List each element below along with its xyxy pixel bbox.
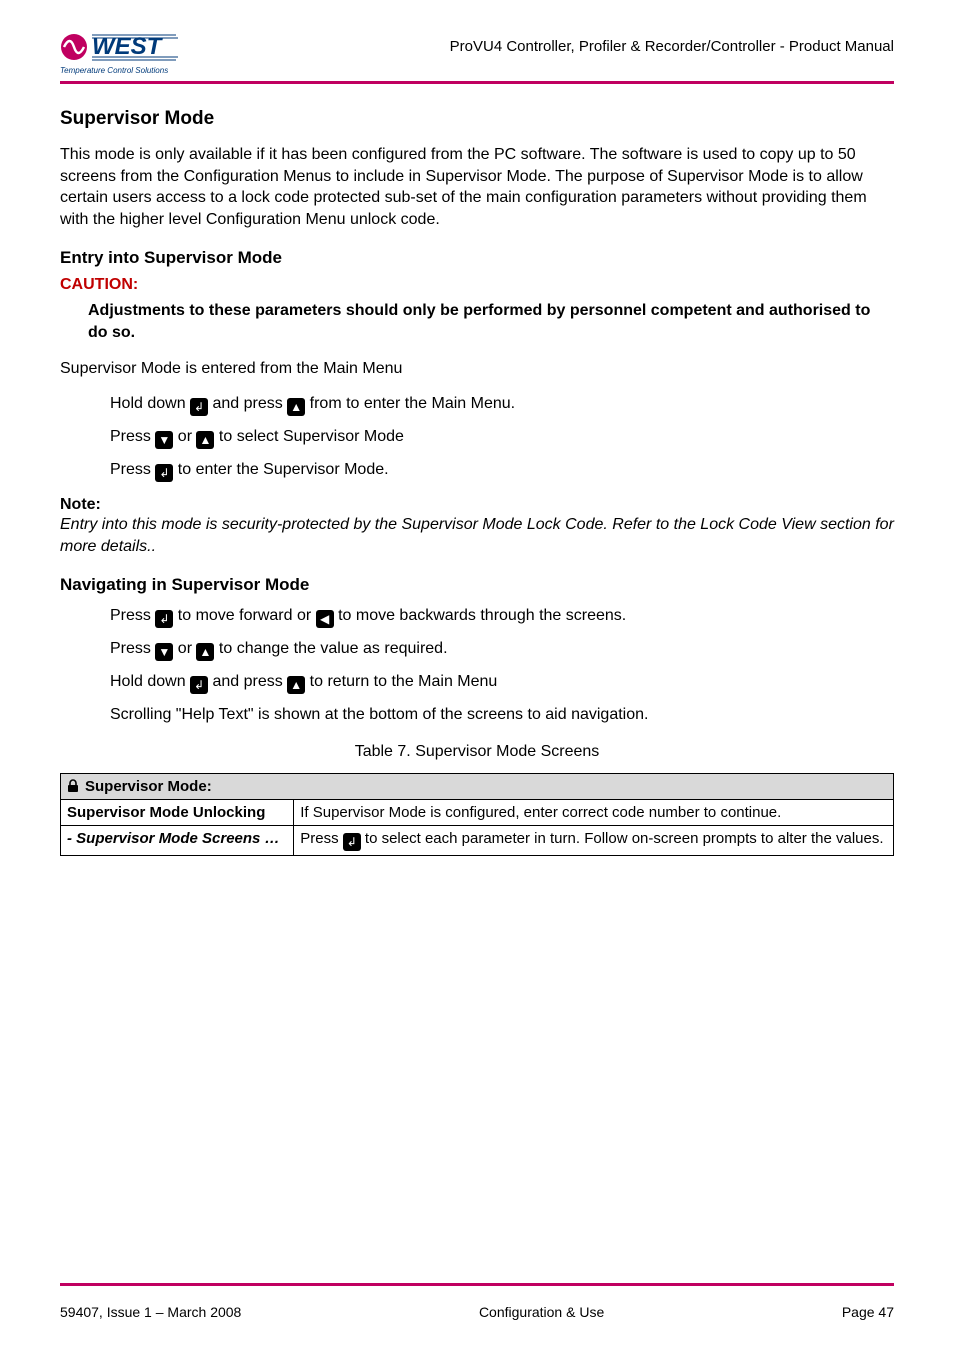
footer-divider bbox=[60, 1283, 894, 1286]
entry-steps: Hold down ↲ and press ▲ from to enter th… bbox=[110, 393, 894, 482]
svg-text:WEST: WEST bbox=[92, 33, 164, 60]
left-icon: ◀ bbox=[316, 610, 334, 628]
table-row-label: - Supervisor Mode Screens … bbox=[61, 825, 294, 855]
entry-heading: Entry into Supervisor Mode bbox=[60, 248, 894, 268]
table-caption: Table 7. Supervisor Mode Screens bbox=[60, 743, 894, 761]
enter-icon: ↲ bbox=[343, 833, 361, 851]
enter-icon: ↲ bbox=[155, 464, 173, 482]
footer-left: 59407, Issue 1 – March 2008 bbox=[60, 1304, 241, 1320]
up-icon: ▲ bbox=[287, 676, 305, 694]
nav-step-3: Hold down ↲ and press ▲ to return to the… bbox=[110, 671, 894, 694]
logo: WEST Temperature Control Solutions bbox=[60, 30, 180, 75]
down-icon: ▼ bbox=[155, 643, 173, 661]
intro-paragraph: This mode is only available if it has be… bbox=[60, 144, 894, 230]
up-icon: ▲ bbox=[196, 431, 214, 449]
note-body: Entry into this mode is security-protect… bbox=[60, 514, 894, 557]
caution-label: CAUTION: bbox=[60, 276, 894, 294]
lock-icon bbox=[67, 779, 79, 793]
navigating-heading: Navigating in Supervisor Mode bbox=[60, 575, 894, 595]
up-icon: ▲ bbox=[287, 398, 305, 416]
up-icon: ▲ bbox=[196, 643, 214, 661]
west-logo-icon: WEST bbox=[60, 30, 180, 64]
page-header: WEST Temperature Control Solutions ProVU… bbox=[60, 30, 894, 75]
caution-body: Adjustments to these parameters should o… bbox=[88, 300, 894, 343]
navigating-steps: Press ↲ to move forward or ◀ to move bac… bbox=[110, 605, 894, 726]
nav-step-1: Press ↲ to move forward or ◀ to move bac… bbox=[110, 605, 894, 628]
note-label: Note: bbox=[60, 496, 894, 514]
entry-step-2: Press ▼ or ▲ to select Supervisor Mode bbox=[110, 426, 894, 449]
table-row: Supervisor Mode Unlocking If Supervisor … bbox=[61, 799, 894, 825]
document-title: ProVU4 Controller, Profiler & Recorder/C… bbox=[450, 30, 894, 55]
enter-icon: ↲ bbox=[155, 610, 173, 628]
entry-step-1: Hold down ↲ and press ▲ from to enter th… bbox=[110, 393, 894, 416]
enter-icon: ↲ bbox=[190, 676, 208, 694]
enter-icon: ↲ bbox=[190, 398, 208, 416]
entry-intro-line: Supervisor Mode is entered from the Main… bbox=[60, 358, 894, 380]
table-row-desc: Press ↲ to select each parameter in turn… bbox=[294, 825, 894, 855]
page-footer: 59407, Issue 1 – March 2008 Configuratio… bbox=[60, 1283, 894, 1320]
table-row: - Supervisor Mode Screens … Press ↲ to s… bbox=[61, 825, 894, 855]
table-row-desc: If Supervisor Mode is configured, enter … bbox=[294, 799, 894, 825]
table-row-label: Supervisor Mode Unlocking bbox=[61, 799, 294, 825]
supervisor-mode-table: Supervisor Mode: Supervisor Mode Unlocki… bbox=[60, 773, 894, 856]
section-title: Supervisor Mode bbox=[60, 108, 894, 130]
footer-right: Page 47 bbox=[842, 1304, 894, 1320]
footer-center: Configuration & Use bbox=[479, 1304, 604, 1320]
nav-step-4: Scrolling "Help Text" is shown at the bo… bbox=[110, 704, 894, 726]
nav-step-2: Press ▼ or ▲ to change the value as requ… bbox=[110, 638, 894, 661]
table-header-row: Supervisor Mode: bbox=[61, 773, 894, 799]
entry-step-3: Press ↲ to enter the Supervisor Mode. bbox=[110, 459, 894, 482]
header-divider bbox=[60, 81, 894, 84]
down-icon: ▼ bbox=[155, 431, 173, 449]
logo-tagline: Temperature Control Solutions bbox=[60, 66, 168, 75]
